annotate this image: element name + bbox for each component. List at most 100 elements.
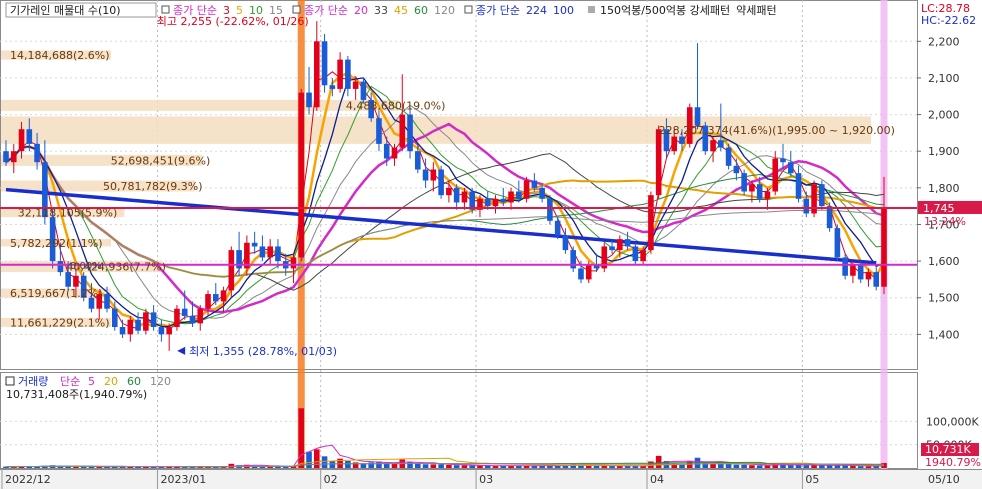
volume-bar bbox=[609, 465, 615, 468]
candle-body bbox=[772, 158, 779, 192]
candle bbox=[174, 305, 180, 331]
high-annotation: 최고 2,255 (-22.62%, 01/26) bbox=[157, 15, 309, 28]
price-tick-label: 1,400 bbox=[928, 328, 960, 341]
candle-body bbox=[617, 239, 623, 251]
ma-legend-item: 224 bbox=[526, 4, 547, 17]
volume-bar bbox=[850, 466, 856, 468]
trendline-layer bbox=[5, 187, 877, 265]
candle-body bbox=[756, 184, 763, 199]
volume-legend-label[interactable]: 거래량 bbox=[18, 375, 48, 388]
price-legend: 기가레인 매물대 수(10) 종가 단순 3 5 10 15 종가 단순 20 33 45 60 1… bbox=[5, 2, 777, 18]
price-tick-label: 2,200 bbox=[928, 35, 960, 48]
candle bbox=[842, 253, 848, 280]
volume-bar bbox=[438, 464, 444, 468]
candle-body bbox=[18, 129, 25, 152]
volume-bar bbox=[73, 466, 79, 468]
candle bbox=[127, 316, 134, 342]
candle bbox=[725, 143, 732, 170]
volume-bar bbox=[430, 464, 437, 468]
candle-body bbox=[399, 114, 406, 148]
candle bbox=[873, 264, 880, 291]
volume-bar bbox=[345, 461, 351, 468]
ma-legend-item: 종가 단순 bbox=[304, 4, 348, 17]
price-legend-label[interactable]: 기가레인 매물대 수(10) bbox=[10, 4, 121, 17]
candle-body bbox=[127, 319, 134, 335]
candle-body bbox=[181, 308, 188, 317]
candle bbox=[508, 187, 514, 210]
price-tick-label: 1,500 bbox=[928, 292, 960, 305]
low-annotation-group: 최저 1,355 (28.78%, 01/03) bbox=[177, 345, 337, 358]
candle-body bbox=[383, 143, 390, 159]
candle-body bbox=[881, 207, 887, 287]
volume-bar bbox=[415, 463, 421, 468]
candle-body bbox=[749, 184, 755, 192]
candle-body bbox=[741, 173, 747, 192]
candle bbox=[694, 43, 701, 130]
candle bbox=[150, 305, 157, 331]
candle bbox=[453, 184, 460, 210]
candle bbox=[819, 180, 825, 210]
ma-legend-item: 20 bbox=[354, 4, 368, 17]
volume-profile-label: 52,698,451(9.6%) bbox=[111, 154, 211, 167]
volume-profile-label: 5,782,292(1.1%) bbox=[10, 237, 103, 250]
candle-body bbox=[578, 268, 584, 280]
candle bbox=[251, 231, 258, 254]
candle-body bbox=[819, 184, 825, 207]
candle-body bbox=[158, 327, 165, 335]
candle-body bbox=[694, 107, 701, 126]
candle-body bbox=[26, 129, 33, 144]
date-label: 05 bbox=[805, 473, 819, 486]
candle bbox=[826, 202, 833, 232]
volume-bar bbox=[65, 466, 71, 468]
candle-body bbox=[422, 169, 429, 181]
price-tick-label: 2,000 bbox=[928, 109, 960, 122]
volume-legend-icon bbox=[5, 376, 15, 386]
candle-body bbox=[143, 312, 149, 331]
candle bbox=[811, 180, 817, 218]
candlestick-chart: 14,184,688(2.6%) 4,488,680(19.0%) 228,207,… bbox=[0, 0, 982, 489]
candle-body bbox=[220, 290, 227, 302]
volume-bar bbox=[655, 455, 662, 468]
candle-body bbox=[313, 41, 320, 108]
candle bbox=[313, 21, 320, 111]
candle bbox=[321, 33, 328, 93]
date-label: 2022/12 bbox=[5, 473, 51, 486]
candle-body bbox=[780, 158, 786, 163]
volume-bar bbox=[710, 463, 716, 468]
candle-body bbox=[352, 81, 359, 89]
candle-body bbox=[119, 327, 126, 335]
volume-profile-label: 14,184,688(2.6%) bbox=[10, 49, 110, 62]
volume-bar bbox=[803, 465, 810, 468]
volume-bar bbox=[313, 449, 320, 468]
date-label: 2023/01 bbox=[161, 473, 207, 486]
volume-ma-period: 60 bbox=[127, 375, 141, 388]
candle-body bbox=[267, 246, 273, 258]
candle-body bbox=[585, 264, 592, 280]
candle bbox=[787, 151, 794, 177]
candle-body bbox=[205, 294, 211, 309]
ma-legend-item: 150억봉/500억봉 강세패턴 bbox=[600, 4, 730, 17]
ma-legend-item: 종가 단순 bbox=[476, 4, 520, 17]
candle-body bbox=[484, 198, 491, 207]
candle-body bbox=[57, 261, 64, 273]
candle-body bbox=[430, 169, 437, 181]
candle-body bbox=[321, 41, 328, 86]
candle bbox=[795, 165, 802, 203]
candle bbox=[430, 162, 437, 192]
date-label: 02 bbox=[324, 473, 338, 486]
candle bbox=[220, 286, 227, 313]
ma-legend-swatch bbox=[161, 5, 170, 14]
candle-body bbox=[438, 169, 444, 196]
candle-body bbox=[803, 198, 810, 214]
candle-body bbox=[166, 327, 172, 335]
volume-bar bbox=[741, 464, 747, 468]
candle bbox=[547, 195, 553, 225]
candle-body bbox=[562, 235, 569, 251]
candle-body bbox=[189, 316, 196, 324]
volume-bar bbox=[873, 466, 880, 468]
volume-bar bbox=[321, 456, 328, 468]
candle-body bbox=[764, 191, 771, 199]
candle-body bbox=[508, 191, 514, 203]
volume-bar bbox=[857, 466, 864, 468]
candle-body bbox=[150, 312, 157, 328]
